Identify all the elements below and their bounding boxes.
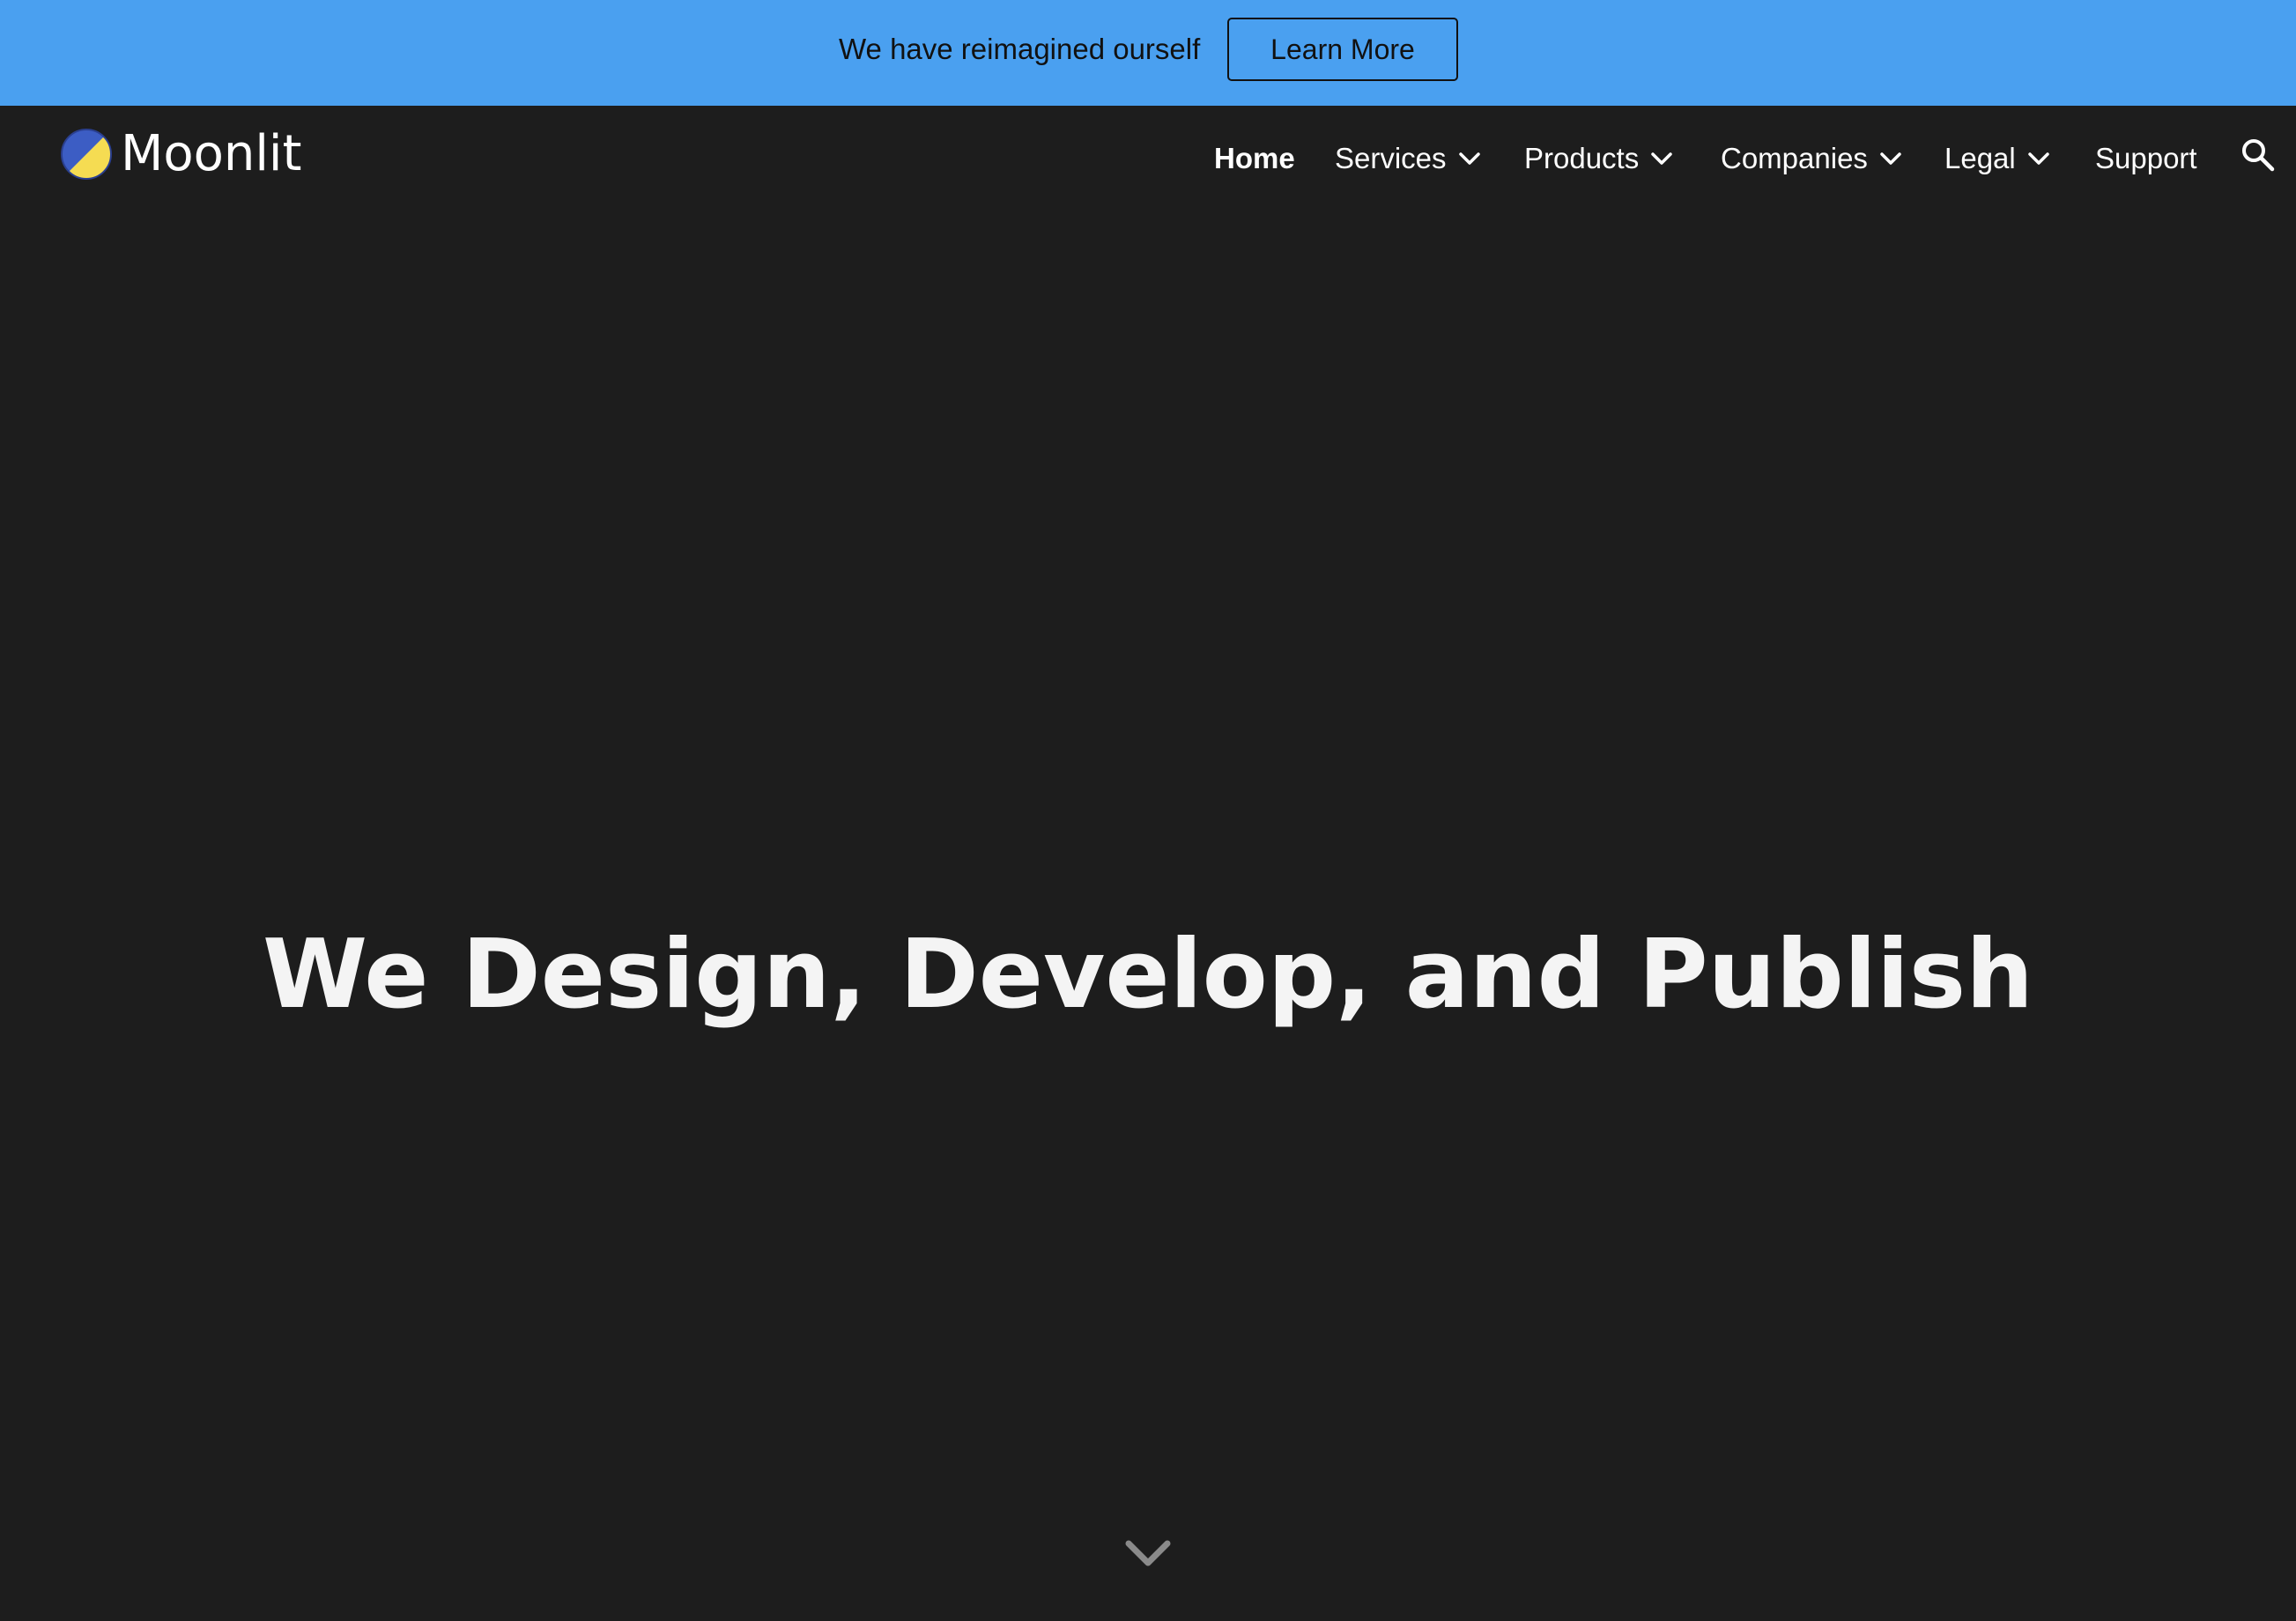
moon-logo-icon — [61, 129, 112, 180]
chevron-down-icon — [1880, 152, 1901, 165]
banner-text: We have reimagined ourself — [839, 33, 1201, 65]
chevron-down-icon[interactable] — [1124, 1538, 1172, 1570]
nav-item-legal[interactable]: Legal — [1944, 137, 2049, 180]
nav-item-label: Companies — [1721, 142, 1868, 174]
site-header: Moonlit Home Services Products Companies… — [0, 106, 2296, 204]
nav-item-services[interactable]: Services — [1335, 137, 1480, 180]
nav-item-label: Products — [1524, 142, 1640, 174]
nav-item-support[interactable]: Support — [2095, 137, 2197, 180]
announcement-banner: We have reimagined ourself Learn More — [0, 0, 2296, 106]
chevron-down-icon — [1458, 152, 1480, 165]
search-icon[interactable] — [2240, 137, 2276, 173]
nav-item-companies[interactable]: Companies — [1721, 137, 1901, 180]
nav-item-home[interactable]: Home — [1214, 137, 1295, 180]
hero-title: We Design, Develop, and Publish — [262, 920, 2034, 1031]
chevron-down-icon — [2028, 152, 2049, 165]
nav-item-label: Home — [1214, 142, 1295, 174]
logo-text: Moonlit — [121, 125, 302, 182]
nav-item-products[interactable]: Products — [1524, 137, 1672, 180]
chevron-down-icon — [1651, 152, 1672, 165]
learn-more-button[interactable]: Learn More — [1227, 18, 1458, 81]
site-logo[interactable]: Moonlit — [59, 125, 301, 183]
nav-item-label: Services — [1335, 142, 1447, 174]
nav-item-label: Legal — [1944, 142, 2016, 174]
nav-item-label: Support — [2095, 142, 2197, 174]
